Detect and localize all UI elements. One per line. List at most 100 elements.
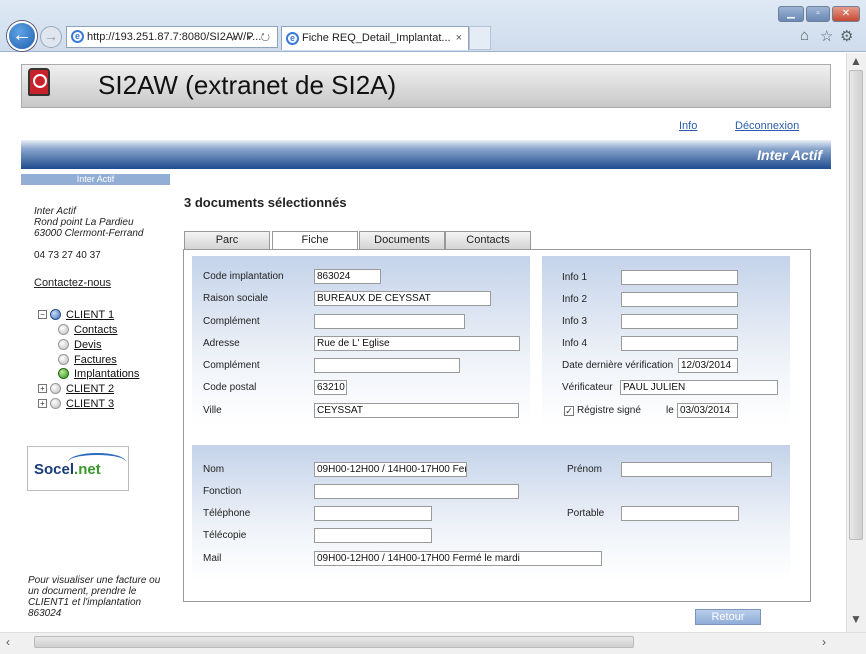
info3-field[interactable] bbox=[621, 314, 738, 329]
info1-label: Info 1 bbox=[562, 272, 588, 283]
ville-field[interactable]: CEYSSAT bbox=[314, 403, 519, 418]
client-bullet-icon bbox=[50, 309, 61, 320]
favorites-star-icon[interactable]: ☆ bbox=[820, 27, 833, 45]
scroll-right-icon[interactable]: › bbox=[822, 635, 826, 649]
info-link[interactable]: Info bbox=[679, 120, 697, 132]
tree-devis[interactable]: Devis bbox=[74, 339, 102, 351]
client-bullet-icon bbox=[50, 383, 61, 394]
home-icon[interactable]: ⌂ bbox=[800, 27, 809, 44]
registre-checkbox[interactable]: ✓ bbox=[564, 406, 574, 416]
code-implantation-field[interactable]: 863024 bbox=[314, 269, 381, 284]
adresse-label: Adresse bbox=[203, 338, 240, 349]
expand-toggle-icon[interactable]: + bbox=[38, 399, 47, 408]
info1-field[interactable] bbox=[621, 270, 738, 285]
portable-field[interactable] bbox=[621, 506, 739, 521]
scroll-down-icon[interactable]: ▼ bbox=[850, 612, 862, 626]
fonction-label: Fonction bbox=[203, 486, 242, 497]
telephone-field[interactable] bbox=[314, 506, 432, 521]
tab-close-icon[interactable]: × bbox=[456, 27, 462, 49]
mail-label: Mail bbox=[203, 553, 222, 564]
telecopie-label: Télécopie bbox=[203, 530, 247, 541]
back-arrow-icon[interactable]: ← bbox=[7, 21, 37, 51]
new-tab-button[interactable] bbox=[469, 26, 491, 50]
info2-field[interactable] bbox=[621, 292, 738, 307]
registre-date-prefix: le bbox=[666, 405, 674, 416]
tree-client-2[interactable]: CLIENT 2 bbox=[66, 383, 114, 395]
tab-contacts[interactable]: Contacts bbox=[445, 231, 531, 249]
socel-logo[interactable]: Socel.net bbox=[27, 446, 129, 491]
info4-label: Info 4 bbox=[562, 338, 588, 349]
tree-implantations[interactable]: Implantations bbox=[74, 368, 139, 380]
scroll-left-icon[interactable]: ‹ bbox=[6, 635, 10, 649]
info4-field[interactable] bbox=[621, 336, 738, 351]
address-bar[interactable]: e http://193.251.87.7:8080/SI2AW/P... ⌕ … bbox=[66, 26, 278, 48]
retour-button[interactable]: Retour bbox=[695, 609, 761, 625]
tree-client-1[interactable]: CLIENT 1 bbox=[66, 309, 114, 321]
minimize-icon[interactable]: ▁ bbox=[778, 6, 804, 22]
vertical-scroll-thumb[interactable] bbox=[849, 70, 863, 540]
fonction-field[interactable] bbox=[314, 484, 519, 499]
adresse-field[interactable]: Rue de L' Eglise bbox=[314, 336, 520, 351]
mail-field[interactable]: 09H00-12H00 / 14H00-17H00 Fermé le mardi bbox=[314, 551, 602, 566]
telecopie-field[interactable] bbox=[314, 528, 432, 543]
contact-us-link[interactable]: Contactez-nous bbox=[34, 277, 111, 289]
raison-sociale-label: Raison sociale bbox=[203, 293, 269, 304]
fire-extinguisher-icon bbox=[28, 68, 50, 96]
forward-arrow-icon[interactable]: → bbox=[40, 26, 62, 48]
company-address-line: Inter Actif bbox=[34, 206, 76, 217]
company-bar bbox=[21, 140, 831, 169]
company-address-line: 63000 Clermont-Ferrand bbox=[34, 228, 144, 239]
info2-label: Info 2 bbox=[562, 294, 588, 305]
complement2-field[interactable] bbox=[314, 358, 460, 373]
horizontal-scroll-thumb[interactable] bbox=[34, 636, 634, 648]
tab-title: Fiche REQ_Detail_Implantat... bbox=[302, 32, 451, 44]
tree-client-3[interactable]: CLIENT 3 bbox=[66, 398, 114, 410]
logout-link[interactable]: Déconnexion bbox=[735, 120, 799, 132]
tab-parc[interactable]: Parc bbox=[184, 231, 270, 249]
tree-factures[interactable]: Factures bbox=[74, 354, 117, 366]
raison-sociale-field[interactable]: BUREAUX DE CEYSSAT bbox=[314, 291, 491, 306]
tree-contacts[interactable]: Contacts bbox=[74, 324, 117, 336]
scroll-up-icon[interactable]: ▲ bbox=[850, 54, 862, 68]
browser-tab[interactable]: e Fiche REQ_Detail_Implantat... × bbox=[281, 26, 469, 50]
company-address-line: Rond point La Pardieu bbox=[34, 217, 134, 228]
code-postal-label: Code postal bbox=[203, 382, 257, 393]
logo-text: Socel.net bbox=[34, 461, 101, 478]
close-icon[interactable]: ✕ bbox=[832, 6, 860, 22]
client-bullet-icon bbox=[50, 398, 61, 409]
address-tools-icons[interactable]: ⌕ ▾ ↻ bbox=[232, 28, 273, 47]
node-bullet-icon bbox=[58, 324, 69, 335]
sidebar-footnote: Pour visualiser une facture ou un docume… bbox=[28, 575, 161, 619]
registre-date-field[interactable]: 03/03/2014 bbox=[677, 403, 738, 418]
ie-logo-icon: e bbox=[286, 32, 299, 45]
registre-label: Régistre signé bbox=[577, 405, 641, 416]
node-bullet-icon bbox=[58, 354, 69, 365]
last-check-label: Date dernière vérification bbox=[562, 360, 674, 371]
tab-fiche[interactable]: Fiche bbox=[272, 231, 358, 251]
nom-label: Nom bbox=[203, 464, 225, 475]
last-check-date-field[interactable]: 12/03/2014 bbox=[678, 358, 738, 373]
tools-gear-icon[interactable]: ⚙ bbox=[840, 27, 853, 45]
complement-label: Complément bbox=[203, 316, 260, 327]
maximize-icon[interactable]: ▫ bbox=[806, 6, 830, 22]
page-title: SI2AW (extranet de SI2A) bbox=[98, 70, 397, 100]
complement-field[interactable] bbox=[314, 314, 465, 329]
nom-field[interactable]: 09H00-12H00 / 14H00-17H00 Fer bbox=[314, 462, 467, 477]
company-phone: 04 73 27 40 37 bbox=[34, 250, 101, 261]
company-name: Inter Actif bbox=[757, 147, 822, 163]
documents-count-title: 3 documents sélectionnés bbox=[184, 195, 347, 210]
code-postal-field[interactable]: 63210 bbox=[314, 380, 347, 395]
tab-documents[interactable]: Documents bbox=[359, 231, 445, 249]
collapse-toggle-icon[interactable]: − bbox=[38, 310, 47, 319]
verificateur-field[interactable]: PAUL JULIEN bbox=[620, 380, 778, 395]
prenom-label: Prénom bbox=[567, 464, 603, 475]
expand-toggle-icon[interactable]: + bbox=[38, 384, 47, 393]
code-implantation-label: Code implantation bbox=[203, 271, 284, 282]
sidebar-heading: Inter Actif bbox=[21, 174, 170, 185]
verificateur-label: Vérificateur bbox=[562, 382, 613, 393]
ville-label: Ville bbox=[203, 405, 222, 416]
node-bullet-icon bbox=[58, 339, 69, 350]
portable-label: Portable bbox=[567, 508, 605, 519]
selected-bullet-icon bbox=[58, 368, 69, 379]
prenom-field[interactable] bbox=[621, 462, 772, 477]
